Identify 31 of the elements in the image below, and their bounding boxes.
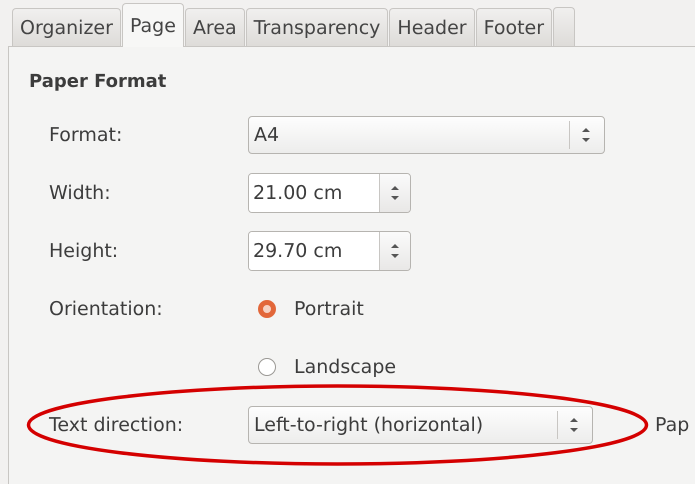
dropdown-value: Left-to-right (horizontal) [254,414,484,436]
field-label: Height: [48,240,120,262]
tab[interactable]: Transparency [246,8,388,46]
field-label: Format: [48,124,124,146]
section-title: Paper Format [29,71,168,92]
field-value: 29.70 cm [249,232,379,270]
tab[interactable]: Area [184,8,245,46]
dropdown-value: A4 [254,124,280,146]
radio-label[interactable]: Landscape [294,356,396,378]
spin-button[interactable] [379,174,410,212]
radio-button[interactable] [258,358,276,376]
field-label: Text direction: [48,414,184,436]
field-value: 21.00 cm [249,174,379,212]
field-label: Width: [48,182,112,204]
tab[interactable]: Footer [476,8,552,46]
spin-button[interactable] [379,232,410,270]
radio-label[interactable]: Portrait [294,298,364,320]
spin-arrows-icon [389,183,401,203]
spin-field[interactable]: 29.70 cm [248,231,411,271]
spin-arrows-icon [580,125,592,145]
text-direction-dropdown[interactable]: Left-to-right (horizontal) [248,406,593,444]
radio-button[interactable] [258,300,276,318]
tab[interactable]: Header [389,8,475,46]
spin-arrows-icon [389,241,401,261]
spin-arrows-icon [568,415,580,435]
tab[interactable]: Organizer [12,8,121,46]
field-label: Orientation: [48,298,164,320]
spin-field[interactable]: 21.00 cm [248,173,411,213]
format-dropdown[interactable]: A4 [248,116,605,154]
tab[interactable]: Page [122,3,184,47]
field-label: Pap [655,414,690,436]
